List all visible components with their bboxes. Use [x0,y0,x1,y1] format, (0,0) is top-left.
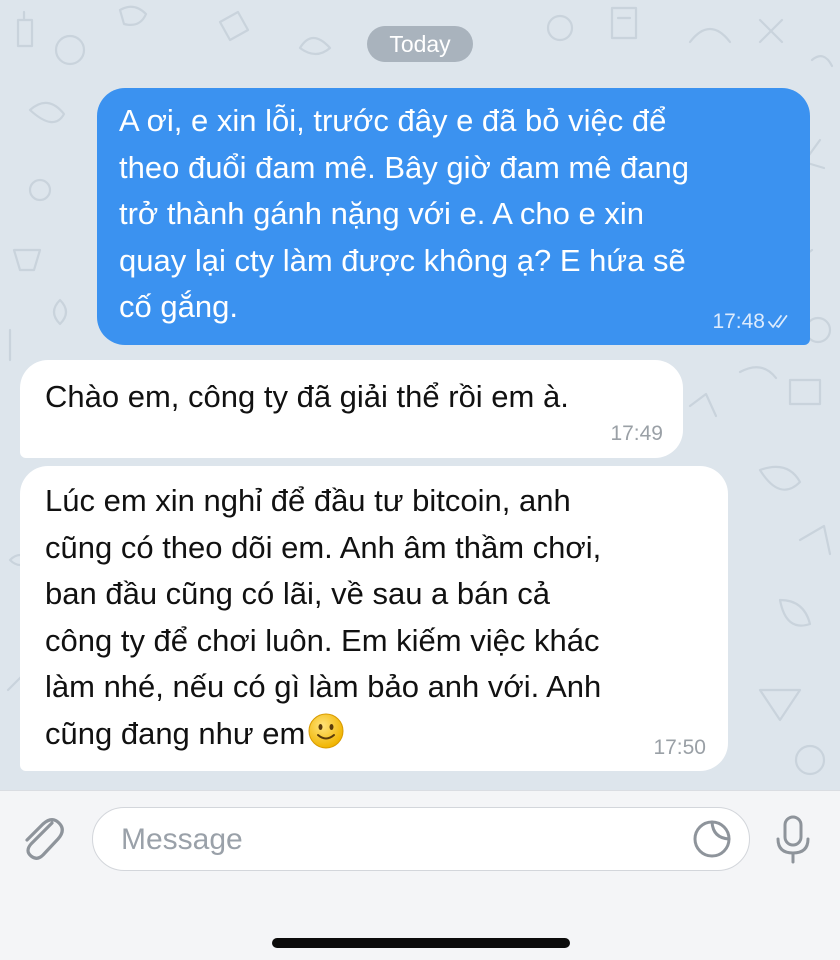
message-text: Chào em, công ty đã giải thể rồi em à. [45,379,569,414]
outgoing-message-bubble[interactable]: A ơi, e xin lỗi, trước đây e đã bỏ việc … [97,88,810,345]
message-input[interactable] [119,816,663,864]
double-check-icon [768,315,788,328]
message-time: 17:48 [712,310,765,333]
message-meta: 17:48 [712,310,792,334]
microphone-icon[interactable] [770,811,816,867]
paperclip-icon[interactable] [16,811,66,867]
incoming-message-bubble[interactable]: Chào em, công ty đã giải thể rồi em à. 1… [20,360,683,458]
message-text: A ơi, e xin lỗi, trước đây e đã bỏ việc … [119,103,690,324]
message-input-container [92,807,750,871]
incoming-message-bubble[interactable]: Lúc em xin nghỉ để đầu tư bitcoin, anh c… [20,466,728,771]
message-composer [0,790,840,960]
smiley-face-icon [308,713,344,748]
date-separator: Today [367,26,473,62]
message-time: 17:49 [610,422,663,445]
home-indicator [272,938,570,948]
message-time: 17:50 [653,736,706,759]
message-text: Lúc em xin nghỉ để đầu tư bitcoin, anh c… [45,478,710,757]
sticker-icon[interactable] [691,818,733,860]
message-text-body: Lúc em xin nghỉ để đầu tư bitcoin, anh c… [45,483,602,751]
